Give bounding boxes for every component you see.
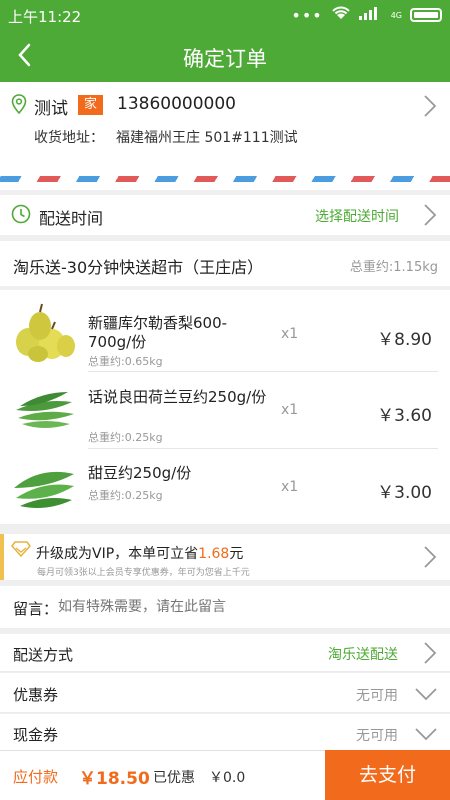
vip-promo-text: 升级成为VIP，本单可立省1.68元 [36,543,243,563]
item-list: 新疆库尔勒香梨600-700g/份 总重约:0.65kg x1 ￥8.90 话说… [0,290,450,524]
status-icons: ••• 4G [291,5,442,25]
store-total-weight: 总重约:1.15kg [349,260,438,275]
address-text: 福建福州王庄 501#111测试 [116,130,298,146]
item-quantity: x1 [281,402,299,418]
item-divider [88,448,438,449]
vip-note: 每月可领3张以上会员专享优惠券，年可为您省上千元 [37,568,250,578]
item-quantity: x1 [281,479,299,495]
coupon-label: 优惠券 [13,686,59,704]
vip-banner[interactable]: 升级成为VIP，本单可立省1.68元 每月可领3张以上会员专享优惠券，年可为您省… [0,534,450,580]
item-price: ￥3.00 [377,483,432,503]
message-input[interactable] [58,594,428,620]
item-price: ￥3.60 [377,406,432,426]
item-weight: 总重约:0.25kg [88,489,163,502]
pay-button[interactable]: 去支付 [325,750,450,800]
cash-coupon-label: 现金券 [13,726,59,744]
store-header: 淘乐送-30分钟快送超市（王庄店） 总重约:1.15kg [0,241,450,286]
vip-saving-amount: 1.68 [198,546,230,562]
store-name: 淘乐送-30分钟快送超市（王庄店） [13,258,264,277]
address-label: 收货地址： [34,130,104,146]
cash-coupon-value: 无可用 [356,728,398,744]
chevron-down-icon [414,686,438,705]
status-time: 上午11:22 [8,8,82,26]
cash-coupon-row[interactable]: 现金券 无可用 [0,714,450,750]
item-name: 新疆库尔勒香梨600-700g/份 [88,314,228,351]
battery-icon [410,8,442,22]
nav-bar: 确定订单 [0,30,450,82]
vip-accent-bar [0,534,4,580]
amount-due-value: ￥18.50 [79,769,150,789]
snow-pea-image [12,380,76,442]
page-title: 确定订单 [183,47,267,71]
delivery-method-value: 淘乐送配送 [328,647,398,663]
list-item[interactable]: 新疆库尔勒香梨600-700g/份 总重约:0.65kg x1 ￥8.90 [0,290,450,372]
delivery-method-label: 配送方式 [13,646,74,664]
address-tag-badge: 家 [78,95,104,115]
delivery-method-row[interactable]: 配送方式 淘乐送配送 [0,634,450,672]
chevron-down-icon [414,726,438,745]
diamond-icon [11,541,31,561]
chevron-right-icon [423,641,437,665]
location-pin-icon [11,94,27,118]
item-weight: 总重约:0.65kg [88,355,163,368]
address-card[interactable]: 测试 家 13860000000 收货地址： 福建福州王庄 501#111测试 [0,82,450,190]
vip-suffix: 元 [229,546,244,562]
delivery-time-row[interactable]: 配送时间 选择配送时间 [0,195,450,235]
message-label: 留言： [13,600,59,618]
coupon-row[interactable]: 优惠券 无可用 [0,673,450,713]
vip-prefix: 升级成为VIP，本单可立省 [36,546,199,562]
discount-value: ￥0.0 [209,770,246,786]
recipient-phone: 13860000000 [117,94,236,114]
airmail-stripe [0,176,450,182]
message-row[interactable]: 留言： [0,586,450,628]
amount-due-label: 应付款 [13,768,59,786]
more-dots-icon: ••• [291,5,323,25]
discount-label: 已优惠 [153,770,195,786]
chevron-right-icon [423,203,437,227]
item-price: ￥8.90 [377,330,432,350]
item-name: 话说良田荷兰豆约250g/份 [88,388,267,406]
wifi-icon [331,5,351,25]
recipient-name: 测试 [34,99,68,119]
clock-icon [11,204,31,228]
status-bar: 上午11:22 ••• 4G [0,0,450,30]
list-item[interactable]: 甜豆约250g/份 总重约:0.25kg x1 ￥3.00 [0,450,450,524]
select-delivery-time-link[interactable]: 选择配送时间 [315,206,399,226]
item-weight: 总重约:0.25kg [88,431,163,444]
list-item[interactable]: 话说良田荷兰豆约250g/份 总重约:0.25kg x1 ￥3.60 [0,372,450,449]
signal-icon [358,6,383,24]
network-type-label: 4G [390,10,402,20]
chevron-right-icon [423,545,437,569]
delivery-time-label: 配送时间 [39,209,104,228]
sweet-pea-image [12,458,76,520]
coupon-value: 无可用 [356,688,398,704]
chevron-right-icon [423,94,437,118]
item-name: 甜豆约250g/份 [88,464,192,482]
pear-image [12,302,76,364]
item-quantity: x1 [281,326,299,342]
